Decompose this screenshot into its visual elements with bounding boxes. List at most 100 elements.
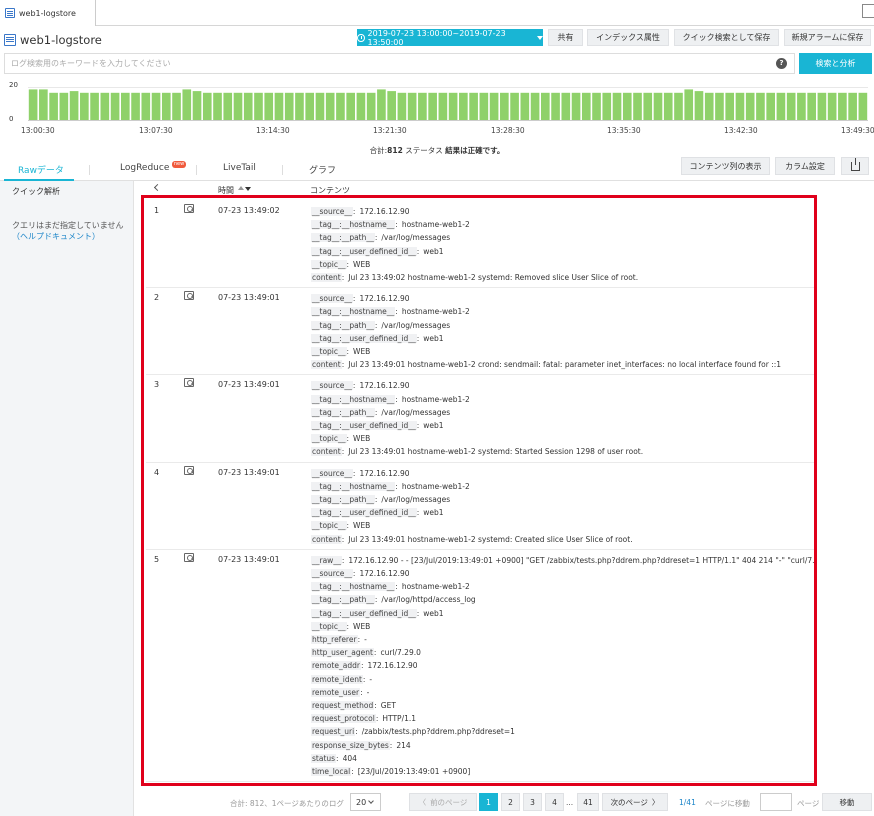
histogram-bar[interactable] [520,92,530,120]
histogram-bar[interactable] [387,91,396,120]
help-icon[interactable]: ? [776,58,787,69]
field-value[interactable]: web1 [423,334,443,343]
field-value[interactable]: hostname-web1-2 [402,482,470,491]
field-key[interactable]: content [311,360,342,370]
field-value[interactable]: 172.16.12.90 [359,469,409,478]
field-value[interactable]: HTTP/1.1 [382,714,416,723]
page-button[interactable]: 41 [577,793,599,811]
histogram-bar[interactable] [786,92,796,120]
page-button[interactable]: 4 [545,793,564,811]
prev-page-button[interactable]: 〈 前のページ [409,793,477,811]
field-value[interactable]: hostname-web1-2 [402,582,470,591]
page-button[interactable]: 1 [479,793,498,811]
field-value[interactable]: 172.16.12.90 [359,569,409,578]
histogram-bar[interactable] [827,92,837,120]
histogram-bar[interactable] [561,92,571,120]
histogram-bar[interactable] [131,92,140,120]
histogram-bar[interactable] [807,92,816,120]
column-settings-button[interactable]: カラム設定 [775,157,835,175]
histogram-bar[interactable] [110,92,120,120]
field-key[interactable]: __source__ [311,207,353,217]
collapse-panel-icon[interactable] [153,183,162,192]
histogram-bar[interactable] [213,92,222,120]
field-value[interactable]: /var/log/messages [381,495,450,504]
field-value[interactable]: Jul 23 13:49:02 hostname-web1-2 systemd:… [348,273,638,282]
context-search-icon[interactable] [184,291,194,301]
field-key[interactable]: __tag__:__hostname__ [311,481,396,491]
histogram-bar[interactable] [356,92,366,120]
histogram-bar[interactable] [551,92,560,120]
field-value[interactable]: /var/log/httpd/access_log [381,595,475,604]
field-key[interactable]: __tag__:__user_defined_id__ [311,508,417,518]
field-value[interactable]: 214 [396,741,410,750]
histogram-bar[interactable] [510,92,519,120]
field-key[interactable]: __tag__:__hostname__ [311,394,396,404]
histogram-bar[interactable] [254,92,263,120]
field-key[interactable]: __source__ [311,569,353,579]
field-key[interactable]: __topic__ [311,434,347,444]
page-button[interactable]: 2 [501,793,520,811]
field-key[interactable]: __tag__:__path__ [311,320,375,330]
field-key[interactable]: __tag__:__user_defined_id__ [311,246,417,256]
field-key[interactable]: __tag__:__hostname__ [311,220,396,230]
field-value[interactable]: /var/log/messages [381,321,450,330]
field-value[interactable]: hostname-web1-2 [402,395,470,404]
field-value[interactable]: web1 [423,508,443,517]
field-key[interactable]: __raw__ [311,555,342,565]
histogram-bar[interactable] [366,92,376,120]
field-key[interactable]: __tag__:__path__ [311,233,375,243]
field-value[interactable]: 172.16.12.90 [367,661,417,670]
histogram-bar[interactable] [28,89,38,120]
histogram-bar[interactable] [858,92,868,120]
histogram-bar[interactable] [295,92,304,120]
field-key[interactable]: __source__ [311,381,353,391]
histogram-bar[interactable] [838,92,847,120]
histogram-bar[interactable] [172,92,181,120]
field-key[interactable]: __tag__:__path__ [311,495,375,505]
histogram-bar[interactable] [223,92,233,120]
histogram-bar[interactable] [264,92,274,120]
histogram-bar[interactable] [325,92,335,120]
field-value[interactable]: web1 [423,421,443,430]
field-key[interactable]: http_referer [311,635,358,645]
histogram-bar[interactable] [49,92,58,120]
field-value[interactable]: Jul 23 13:49:01 hostname-web1-2 systemd:… [348,447,643,456]
field-key[interactable]: status [311,753,337,763]
field-key[interactable]: __tag__:__user_defined_id__ [311,333,417,343]
browser-tab[interactable]: web1-logstore [0,0,96,26]
field-key[interactable]: __topic__ [311,347,347,357]
field-key[interactable]: remote_ident [311,674,363,684]
histogram-bar[interactable] [428,92,437,120]
histogram-bar[interactable] [633,92,642,120]
histogram-bar[interactable] [735,92,745,120]
histogram-bars[interactable] [28,77,868,121]
histogram-bar[interactable] [418,92,427,120]
goto-page-input[interactable] [760,793,792,811]
field-key[interactable]: http_user_agent [311,648,374,658]
share-button[interactable]: 共有 [548,29,583,46]
save-as-alarm-button[interactable]: 新規アラームに保存 [784,29,871,46]
field-value[interactable]: 172.16.12.90 [359,381,409,390]
histogram-bar[interactable] [202,92,212,120]
histogram-bar[interactable] [305,92,315,120]
histogram-bar[interactable] [612,92,622,120]
field-key[interactable]: content [311,534,342,544]
time-column-header[interactable]: 時間 [218,185,234,196]
field-key[interactable]: content [311,273,342,283]
histogram-bar[interactable] [377,89,386,120]
field-value[interactable]: hostname-web1-2 [402,220,470,229]
context-search-icon[interactable] [184,552,194,562]
histogram-bar[interactable] [233,92,243,120]
histogram-bar[interactable] [581,92,591,120]
field-value[interactable]: 172.16.12.90 [359,294,409,303]
field-value[interactable]: WEB [353,434,370,443]
field-key[interactable]: __tag__:__user_defined_id__ [311,608,417,618]
field-value[interactable]: WEB [353,347,370,356]
histogram-bar[interactable] [766,92,775,120]
field-key[interactable]: response_size_bytes [311,740,390,750]
histogram-bar[interactable] [756,92,765,120]
field-value[interactable]: 404 [343,754,357,763]
tab-livetail[interactable]: LiveTail [223,163,256,173]
histogram-bar[interactable] [530,92,540,120]
field-value[interactable]: Jul 23 13:49:01 hostname-web1-2 systemd:… [348,535,632,544]
